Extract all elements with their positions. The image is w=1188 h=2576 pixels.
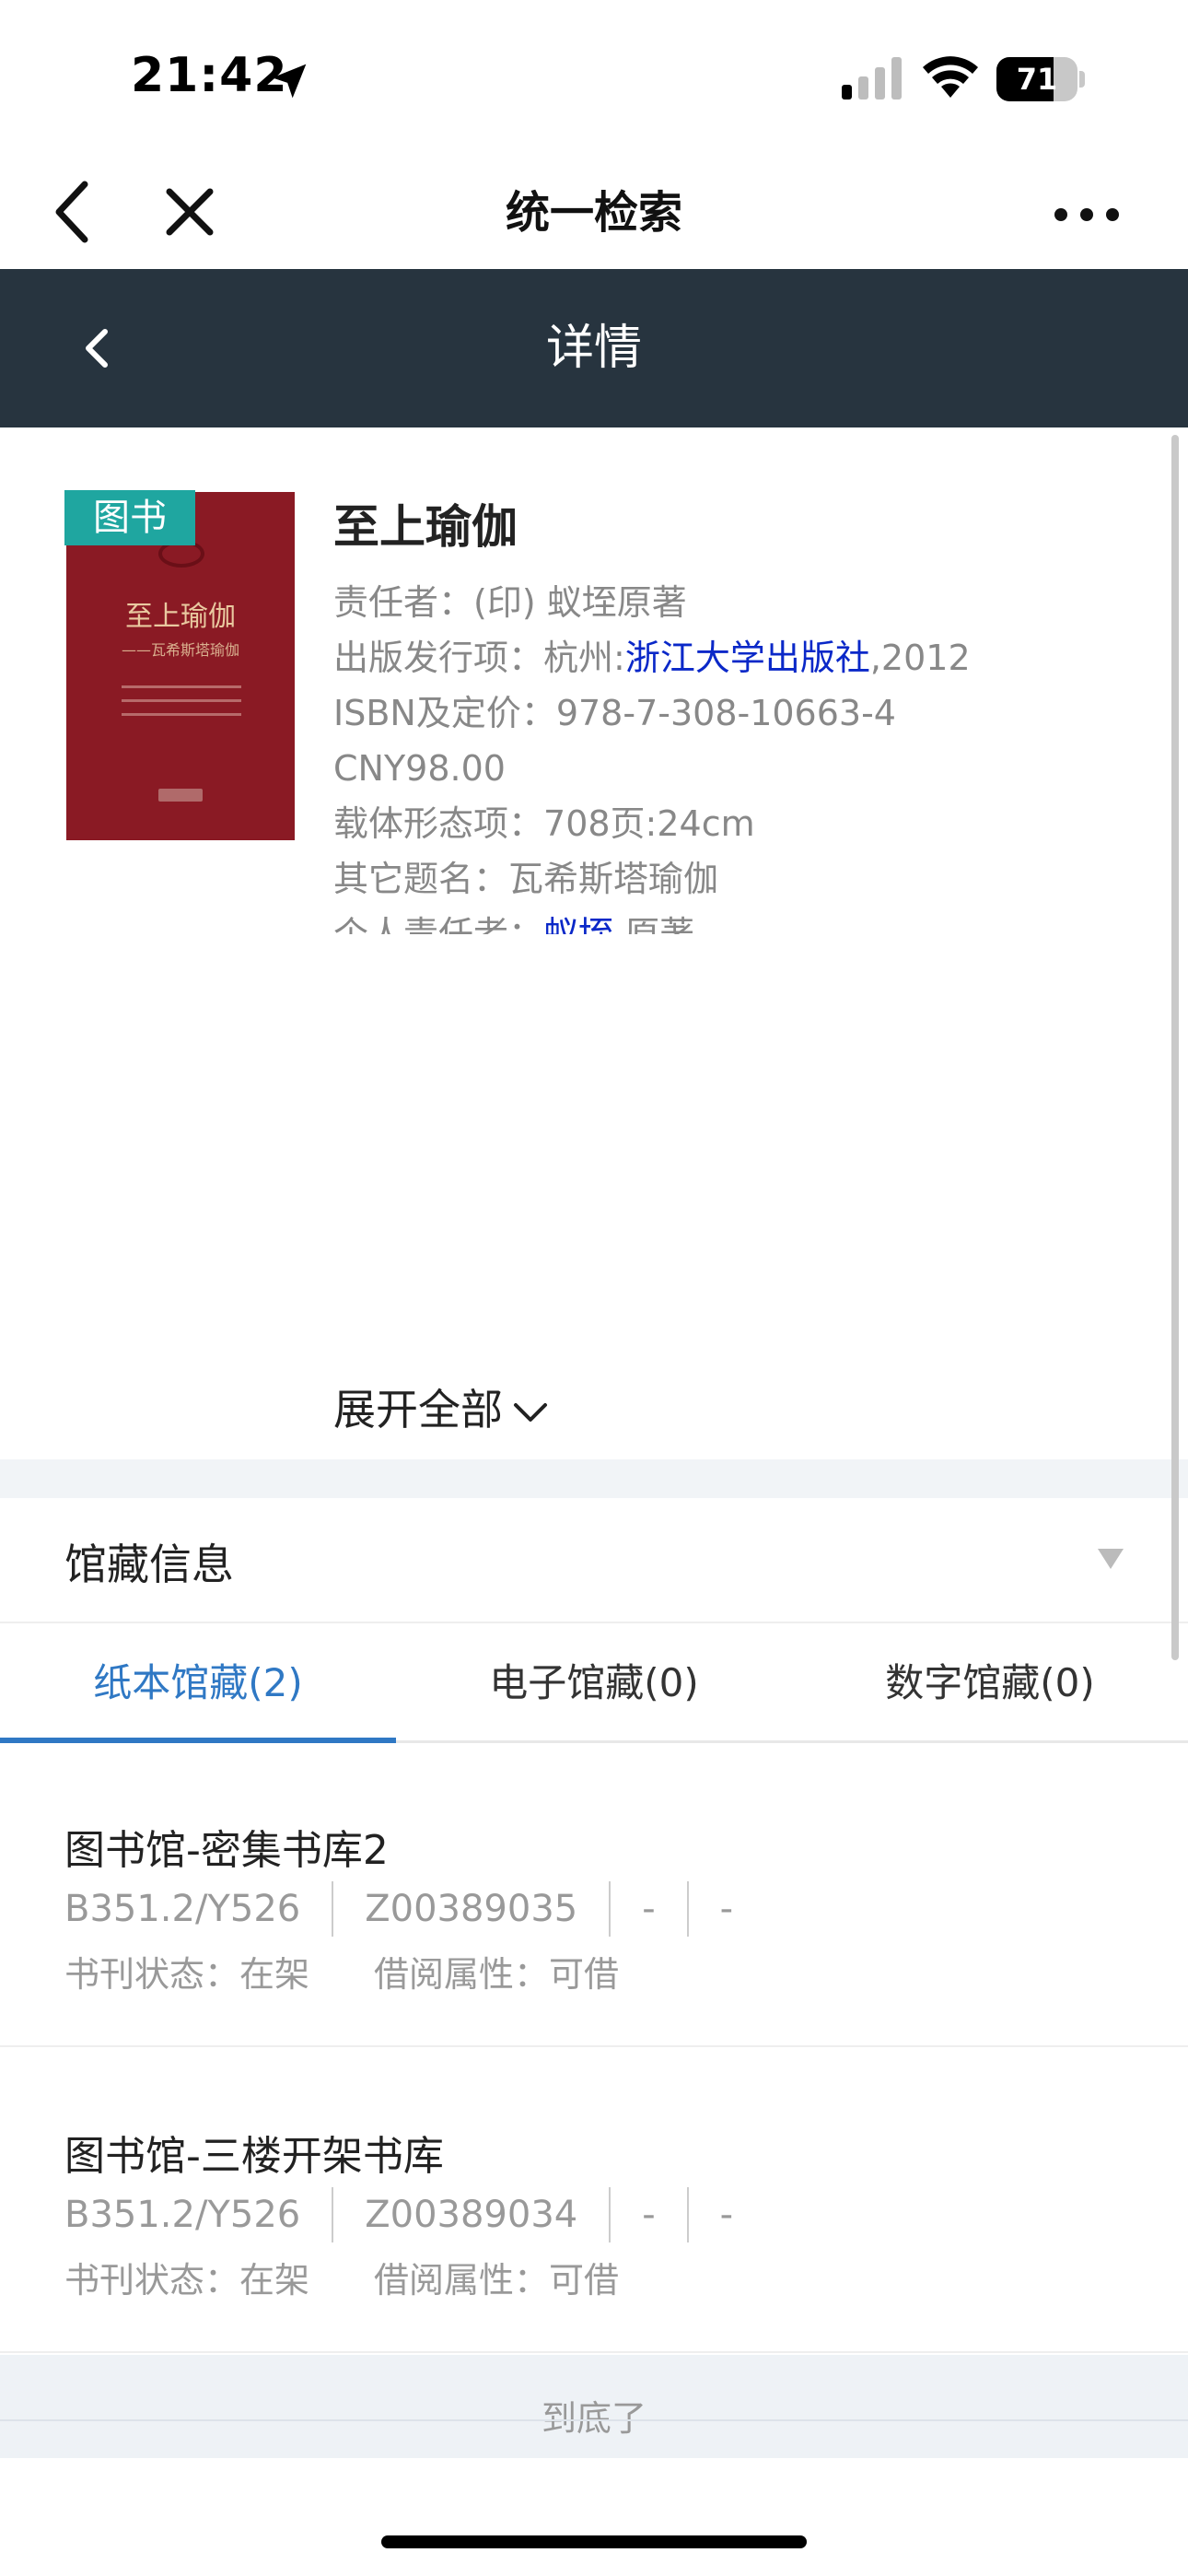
end-of-list-text: 到底了 bbox=[541, 2398, 646, 2439]
holding-status-row: 书刊状态：在架 借阅属性：可借 bbox=[64, 1946, 683, 1996]
meta-line: 其它题名：瓦希斯塔瑜伽 bbox=[333, 851, 1162, 907]
battery-level: 71 bbox=[1016, 62, 1058, 97]
tab-digital[interactable]: 数字馆藏(0) bbox=[792, 1623, 1188, 1743]
meta-line: 出版发行项：杭州:浙江大学出版社,2012 bbox=[333, 630, 1162, 685]
barcode: Z00389034 bbox=[365, 2194, 578, 2236]
book-detail: 至上瑜伽 ——瓦希斯塔瑜伽 图书 至上瑜伽 责任者：(印) 蚁垤原著 出版发行项：… bbox=[0, 427, 1188, 1459]
meta-line: CNY98.00 bbox=[333, 741, 1162, 796]
holding-field: - bbox=[642, 2194, 656, 2236]
back-icon[interactable] bbox=[46, 177, 101, 247]
end-of-list: 到底了 bbox=[0, 2355, 1188, 2458]
detail-title: 详情 bbox=[545, 321, 642, 376]
meta-value: 978-7-308-10663-4 bbox=[555, 693, 896, 733]
meta-value: 708页:24cm bbox=[543, 803, 755, 844]
tab-electronic[interactable]: 电子馆藏(0) bbox=[396, 1623, 792, 1743]
holdings-header[interactable]: 馆藏信息 bbox=[0, 1498, 1188, 1623]
publisher-logo bbox=[158, 789, 203, 802]
holding-item[interactable]: 图书馆-密集书库2 B351.2/Y526 Z00389035 - - 书刊状态… bbox=[0, 1743, 1188, 2047]
meta-label: 载体形态项： bbox=[333, 803, 544, 844]
holding-field: - bbox=[719, 1888, 734, 1930]
meta-value: ,原著 bbox=[613, 914, 695, 934]
meta-link[interactable]: 浙江大学出版社 bbox=[625, 638, 870, 678]
battery-icon: 71 bbox=[996, 57, 1085, 101]
status-bar: 21:42 71 bbox=[0, 0, 1188, 157]
holding-field: - bbox=[719, 2194, 734, 2236]
cellular-signal-icon bbox=[842, 57, 902, 100]
section-divider bbox=[0, 1459, 1188, 1498]
book-meta: 责任者：(印) 蚁垤原著 出版发行项：杭州:浙江大学出版社,2012 ISBN及定价… bbox=[333, 575, 1162, 934]
meta-line: ISBN及定价：978-7-308-10663-4 bbox=[333, 685, 1162, 741]
cover-title: 至上瑜伽 bbox=[125, 601, 236, 633]
holding-location: 图书馆-三楼开架书库 bbox=[64, 2133, 444, 2180]
meta-label: ISBN及定价： bbox=[333, 693, 556, 733]
holdings-tabs: 纸本馆藏(2) 电子馆藏(0) 数字馆藏(0) bbox=[0, 1623, 1188, 1743]
meta-value: 瓦希斯塔瑜伽 bbox=[508, 859, 719, 899]
loan-attribute: 借阅属性：可借 bbox=[374, 2260, 620, 2301]
expand-all-button[interactable]: 展开全部 bbox=[333, 1376, 549, 1437]
book-title: 至上瑜伽 bbox=[333, 500, 518, 554]
location-arrow-icon bbox=[272, 64, 307, 99]
home-indicator[interactable] bbox=[381, 2535, 807, 2548]
bottom-divider bbox=[0, 2419, 1188, 2421]
meta-label: 其它题名： bbox=[333, 859, 509, 899]
shelf-status: 书刊状态：在架 bbox=[64, 1954, 310, 1995]
meta-link[interactable]: 蚁垤 bbox=[543, 914, 613, 934]
meta-label: 个人责任者： bbox=[333, 914, 544, 934]
expand-all-label: 展开全部 bbox=[333, 1385, 503, 1434]
meta-value: CNY98.00 bbox=[333, 748, 506, 789]
caret-down-icon[interactable] bbox=[1098, 1549, 1124, 1569]
meta-value: 杭州: bbox=[543, 638, 625, 678]
holding-field: - bbox=[642, 1888, 656, 1930]
meta-label: 出版发行项： bbox=[333, 638, 544, 678]
holding-status-row: 书刊状态：在架 借阅属性：可借 bbox=[64, 2252, 683, 2302]
meta-line: 载体形态项：708页:24cm bbox=[333, 796, 1162, 851]
holding-codes: B351.2/Y526 Z00389034 - - bbox=[64, 2187, 733, 2242]
nav-bar: 统一检索 bbox=[0, 157, 1188, 269]
meta-value: ,2012 bbox=[869, 638, 971, 678]
meta-line: 责任者：(印) 蚁垤原著 bbox=[333, 575, 1162, 630]
shelf-status: 书刊状态：在架 bbox=[64, 2260, 310, 2301]
call-number: B351.2/Y526 bbox=[64, 2194, 301, 2236]
tab-paper[interactable]: 纸本馆藏(2) bbox=[0, 1623, 396, 1743]
chevron-down-icon bbox=[514, 1402, 547, 1422]
meta-label: 责任者： bbox=[333, 582, 474, 623]
type-badge: 图书 bbox=[64, 490, 195, 545]
status-time: 21:42 bbox=[131, 48, 288, 103]
meta-value: (印) 蚁垤原著 bbox=[473, 582, 687, 623]
cover-subtitle: ——瓦希斯塔瑜伽 bbox=[121, 641, 239, 659]
loan-attribute: 借阅属性：可借 bbox=[374, 1954, 620, 1995]
meta-line: 个人责任者：蚁垤,原著 bbox=[333, 907, 1162, 934]
close-icon[interactable] bbox=[160, 182, 219, 241]
barcode: Z00389035 bbox=[365, 1888, 578, 1930]
detail-header: 详情 bbox=[0, 269, 1188, 427]
holdings-title: 馆藏信息 bbox=[64, 1540, 234, 1589]
call-number: B351.2/Y526 bbox=[64, 1888, 301, 1930]
more-icon[interactable] bbox=[1050, 192, 1124, 238]
holding-location: 图书馆-密集书库2 bbox=[64, 1827, 389, 1874]
holding-codes: B351.2/Y526 Z00389035 - - bbox=[64, 1881, 733, 1937]
scrollbar[interactable] bbox=[1171, 435, 1179, 1660]
holding-item[interactable]: 图书馆-三楼开架书库 B351.2/Y526 Z00389034 - - 书刊状… bbox=[0, 2049, 1188, 2353]
wifi-icon bbox=[923, 56, 978, 98]
cover-text-lines bbox=[122, 685, 241, 727]
